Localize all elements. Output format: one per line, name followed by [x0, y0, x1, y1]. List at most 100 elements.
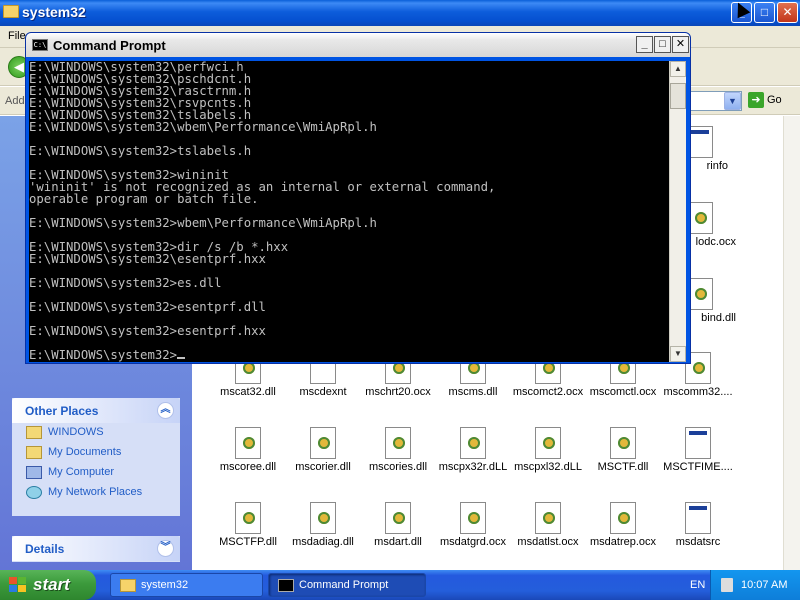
place-link-my-network-places[interactable]: My Network Places: [12, 483, 180, 503]
explorer-titlebar[interactable]: system32 _ □ ✕: [0, 0, 800, 26]
dll-file-icon: [235, 502, 261, 534]
dll-file-icon: [610, 427, 636, 459]
file-label: msdart.dll: [374, 536, 422, 548]
taskbar-item-label: system32: [141, 579, 189, 591]
file-label: mscdexnt: [299, 386, 347, 398]
file-item[interactable]: msdadiag.dll: [283, 502, 363, 548]
other-places-header[interactable]: Other Places ︽: [12, 398, 180, 423]
other-places-panel: Other Places ︽ WINDOWS My Documents My C…: [12, 398, 180, 516]
dll-file-icon: [385, 427, 411, 459]
app-file-icon: [685, 427, 711, 459]
dll-file-icon: [310, 427, 336, 459]
dll-file-icon: [310, 502, 336, 534]
file-label: mscomm32....: [663, 386, 733, 398]
file-label: msdatlst.ocx: [517, 536, 579, 548]
cmd-scrollbar[interactable]: ▲ ▼: [669, 61, 686, 362]
folder-icon: [26, 426, 42, 439]
console-icon: [278, 579, 294, 592]
scroll-thumb[interactable]: [670, 83, 686, 109]
file-item[interactable]: msdatsrc: [658, 502, 738, 548]
place-link-label: WINDOWS: [48, 426, 104, 438]
place-link-label: My Network Places: [48, 486, 143, 498]
folder-icon: [120, 579, 136, 592]
tray-icon[interactable]: [721, 578, 733, 592]
go-button[interactable]: ➜ Go: [748, 92, 793, 111]
network-icon: [26, 486, 42, 499]
file-label: MSCTF.dll: [597, 461, 649, 473]
expand-chevron-icon[interactable]: ︾: [157, 540, 174, 557]
cmd-minimize-button[interactable]: _: [636, 36, 653, 53]
details-panel: Details ︾: [12, 536, 180, 562]
file-label: msdadiag.dll: [292, 536, 354, 548]
file-item[interactable]: mscories.dll: [358, 427, 438, 473]
menu-file[interactable]: File: [8, 30, 26, 42]
file-item[interactable]: mscoree.dll: [208, 427, 288, 473]
console-area[interactable]: E:\WINDOWS\system32\perfwci.h E:\WINDOWS…: [29, 61, 669, 362]
collapse-chevron-icon[interactable]: ︽: [157, 402, 174, 419]
place-link-label: My Computer: [48, 466, 115, 478]
taskbar-item-system32[interactable]: system32: [110, 573, 263, 597]
cmd-maximize-button[interactable]: □: [654, 36, 671, 53]
dll-file-icon: [460, 427, 486, 459]
clock[interactable]: 10:07 AM: [741, 579, 787, 591]
cmd-titlebar[interactable]: C:\ Command Prompt _ □ ✕: [26, 33, 690, 57]
file-label: mscms.dll: [448, 386, 498, 398]
file-item[interactable]: mscorier.dll: [283, 427, 363, 473]
taskbar: start system32 Command Prompt EN 10:07 A…: [0, 570, 800, 600]
file-item[interactable]: mscpx32r.dLL: [433, 427, 513, 473]
maximize-button[interactable]: □: [754, 2, 775, 23]
place-link-my-documents[interactable]: My Documents: [12, 443, 180, 463]
details-header[interactable]: Details ︾: [12, 536, 180, 561]
computer-icon: [26, 466, 42, 479]
file-item[interactable]: msdart.dll: [358, 502, 438, 548]
file-item[interactable]: msdatlst.ocx: [508, 502, 588, 548]
console-icon: C:\: [32, 39, 48, 51]
console-output: E:\WINDOWS\system32\perfwci.h E:\WINDOWS…: [29, 61, 669, 361]
file-label: mscomctl.ocx: [589, 386, 657, 398]
place-link-windows[interactable]: WINDOWS: [12, 423, 180, 443]
file-item[interactable]: msdatgrd.ocx: [433, 502, 513, 548]
file-label: MSCTFIME....: [663, 461, 733, 473]
console-text: E:\WINDOWS\system32\perfwci.h E:\WINDOWS…: [29, 61, 496, 362]
file-label: mschrt20.ocx: [365, 386, 431, 398]
details-title: Details: [25, 542, 65, 556]
app-file-icon: [685, 502, 711, 534]
command-prompt-window: C:\ Command Prompt _ □ ✕ E:\WINDOWS\syst…: [25, 32, 691, 364]
file-label: msdatgrd.ocx: [439, 536, 507, 548]
go-arrow-icon: ➜: [748, 92, 764, 108]
file-label: mscpxl32.dLL: [514, 461, 582, 473]
file-label: MSCTFP.dll: [219, 536, 277, 548]
dll-file-icon: [385, 502, 411, 534]
system-tray: 10:07 AM: [710, 570, 800, 600]
folder-icon: [26, 446, 42, 459]
file-item[interactable]: MSCTF.dll: [583, 427, 663, 473]
cmd-close-button[interactable]: ✕: [672, 36, 689, 53]
file-label: mscories.dll: [368, 461, 428, 473]
language-indicator[interactable]: EN: [690, 579, 705, 591]
file-item[interactable]: mscpxl32.dLL: [508, 427, 588, 473]
dll-file-icon: [535, 427, 561, 459]
taskbar-item-command-prompt[interactable]: Command Prompt: [268, 573, 426, 597]
file-label: mscorier.dll: [295, 461, 351, 473]
file-label: mscpx32r.dLL: [438, 461, 508, 473]
chevron-down-icon[interactable]: ▼: [724, 92, 741, 110]
close-button[interactable]: ✕: [777, 2, 798, 23]
taskbar-item-label: Command Prompt: [299, 579, 389, 591]
explorer-title: system32: [22, 4, 86, 20]
scroll-down-icon[interactable]: ▼: [670, 346, 686, 362]
other-places-title: Other Places: [25, 404, 99, 418]
file-item[interactable]: msdatrep.ocx: [583, 502, 663, 548]
place-link-label: My Documents: [48, 446, 122, 458]
file-label: msdatrep.ocx: [589, 536, 657, 548]
text-cursor: [177, 357, 186, 359]
ocx-file-icon: [460, 502, 486, 534]
ocx-file-icon: [535, 502, 561, 534]
file-label: mscoree.dll: [219, 461, 277, 473]
place-link-my-computer[interactable]: My Computer: [12, 463, 180, 483]
start-button[interactable]: start: [0, 570, 96, 600]
windows-flag-icon: [9, 577, 27, 593]
file-item[interactable]: MSCTFP.dll: [208, 502, 288, 548]
scroll-up-icon[interactable]: ▲: [670, 61, 686, 77]
file-item[interactable]: MSCTFIME....: [658, 427, 738, 473]
explorer-scrollbar[interactable]: [783, 116, 800, 570]
